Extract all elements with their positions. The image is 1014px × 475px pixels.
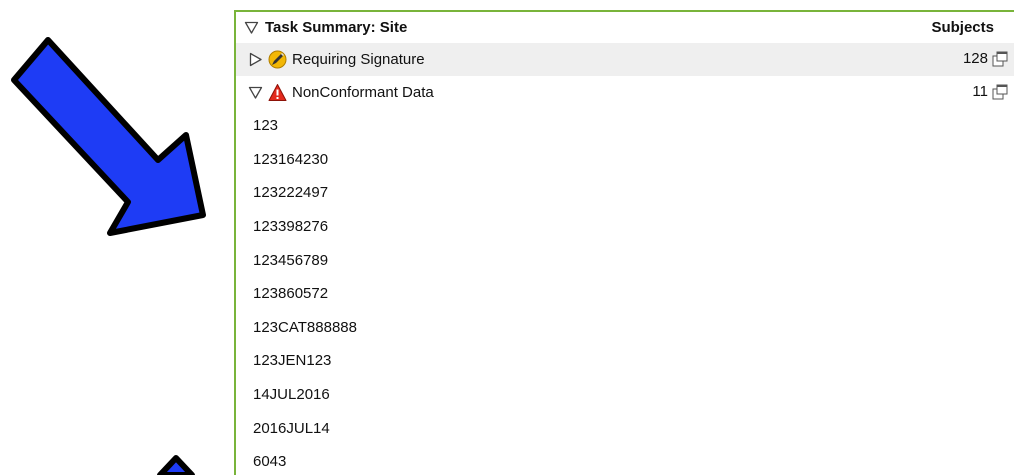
subject-link[interactable]: 123 <box>236 109 1014 143</box>
group-row-requiring-signature[interactable]: Requiring Signature 128 <box>236 43 1014 76</box>
subject-link[interactable]: 2016JUL14 <box>236 411 1014 445</box>
task-summary-header[interactable]: Task Summary: Site Subjects <box>236 12 1014 43</box>
group-label-wrap: NonConformant Data <box>248 83 434 102</box>
expand-triangle-icon[interactable] <box>248 52 263 67</box>
subject-link[interactable]: 123JEN123 <box>236 344 1014 378</box>
signature-pen-icon <box>268 50 287 69</box>
group-count-cell: 128 <box>963 50 1008 67</box>
subject-link[interactable]: 123164230 <box>236 143 1014 177</box>
subject-link[interactable]: 123456789 <box>236 243 1014 277</box>
subject-link[interactable]: 14JUL2016 <box>236 378 1014 412</box>
blue-arrow-icon <box>11 37 206 236</box>
warning-icon <box>268 84 287 101</box>
arrow-tip-icon <box>157 455 195 475</box>
group-label-wrap: Requiring Signature <box>248 50 425 69</box>
subjects-column-header: Subjects <box>931 19 994 36</box>
group-row-nonconformant-data[interactable]: NonConformant Data 11 <box>236 76 1014 109</box>
subject-link[interactable]: 123CAT888888 <box>236 311 1014 345</box>
collapse-triangle-icon[interactable] <box>244 20 259 35</box>
group-count-cell: 11 <box>972 83 1008 100</box>
annotation-layer <box>11 37 206 475</box>
popout-window-icon[interactable] <box>992 51 1008 67</box>
collapse-triangle-icon[interactable] <box>248 85 263 100</box>
group-label: NonConformant Data <box>292 84 434 101</box>
screenshot-canvas: Task Summary: Site Subjects Requiring Si… <box>0 0 1014 475</box>
header-title-group: Task Summary: Site <box>244 19 407 36</box>
subject-count: 128 <box>962 50 988 67</box>
task-summary-panel: Task Summary: Site Subjects Requiring Si… <box>234 10 1014 475</box>
subject-link[interactable]: 123860572 <box>236 277 1014 311</box>
popout-window-icon[interactable] <box>992 84 1008 100</box>
subject-link[interactable]: 6043 <box>236 445 1014 475</box>
subject-link[interactable]: 123222497 <box>236 176 1014 210</box>
subject-count: 11 <box>972 83 988 100</box>
group-label: Requiring Signature <box>292 51 425 68</box>
panel-title: Task Summary: Site <box>265 19 408 36</box>
subject-link[interactable]: 123398276 <box>236 210 1014 244</box>
subject-list: 123 123164230 123222497 123398276 123456… <box>236 109 1014 475</box>
